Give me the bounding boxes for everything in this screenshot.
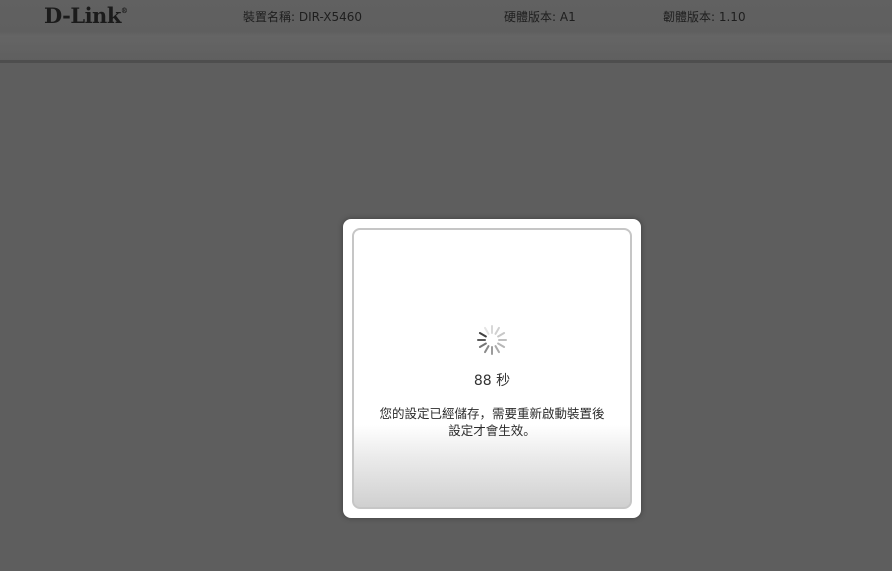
reboot-message-line1: 您的設定已經儲存，需要重新啟動裝置後 xyxy=(379,406,605,421)
loading-spinner-icon xyxy=(477,325,507,355)
top-header-bar: D-Link® 裝置名稱: DIR-X5460 硬體版本: A1 韌體版本: 1… xyxy=(0,0,892,63)
logo-trademark: ® xyxy=(120,6,128,15)
firmware-version-label: 韌體版本: xyxy=(663,10,719,24)
reboot-dialog: 88 秒 您的設定已經儲存，需要重新啟動裝置後 設定才會生效。 xyxy=(343,219,641,518)
reboot-message: 您的設定已經儲存，需要重新啟動裝置後 設定才會生效。 xyxy=(360,405,624,439)
countdown-value: 88 xyxy=(473,373,492,389)
countdown-unit: 秒 xyxy=(496,373,511,389)
countdown-timer: 88 秒 xyxy=(354,370,630,390)
hardware-version-info: 硬體版本: A1 xyxy=(504,8,576,25)
reboot-message-line2: 設定才會生效。 xyxy=(448,423,536,438)
logo-text: D-Link xyxy=(44,3,121,28)
reboot-dialog-body: 88 秒 您的設定已經儲存，需要重新啟動裝置後 設定才會生效。 xyxy=(352,228,632,509)
device-name-label: 裝置名稱: xyxy=(243,10,299,24)
dlink-logo: D-Link® xyxy=(44,3,128,28)
device-name-info: 裝置名稱: DIR-X5460 xyxy=(243,8,362,25)
device-name-value: DIR-X5460 xyxy=(298,10,362,24)
firmware-version-info: 韌體版本: 1.10 xyxy=(663,8,746,25)
hardware-version-label: 硬體版本: xyxy=(504,10,560,24)
firmware-version-value: 1.10 xyxy=(718,10,746,24)
hardware-version-value: A1 xyxy=(559,10,576,24)
